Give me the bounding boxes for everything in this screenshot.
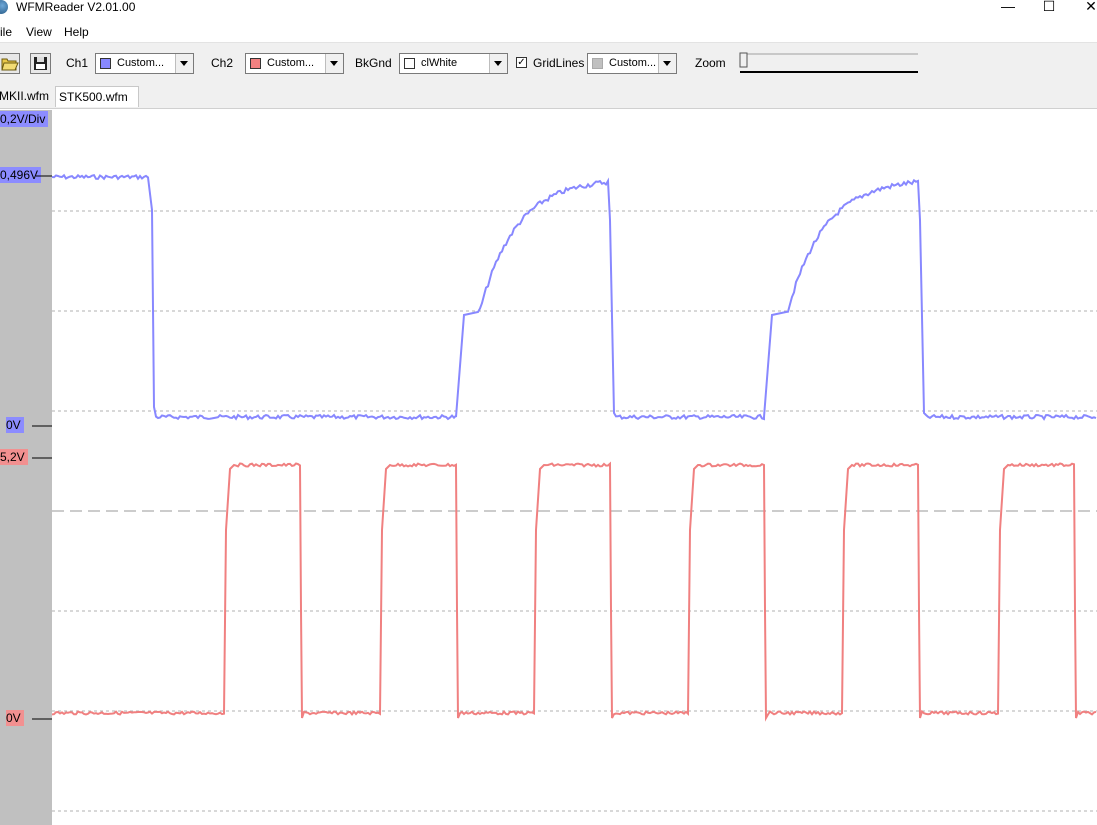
gridlines [52, 210, 1097, 812]
bkgnd-label: BkGnd [355, 56, 392, 70]
grid-color-swatch [592, 58, 603, 69]
menu-bar: ile View Help [0, 22, 1097, 42]
tab-stk500[interactable]: STK500.wfm [55, 86, 139, 107]
app-icon [0, 0, 8, 14]
grid-color-value: Custom... [609, 57, 657, 69]
bkgnd-color-swatch [404, 58, 415, 69]
ch2-color-select[interactable]: Custom... [245, 53, 344, 74]
ch2-label: Ch2 [211, 56, 234, 70]
gridlines-checkbox[interactable]: ✓ [516, 57, 527, 68]
ch2-color-value: Custom... [267, 57, 315, 69]
ch2-color-swatch [250, 58, 261, 69]
ch1-color-value: Custom... [117, 57, 165, 69]
scale-ticks [32, 175, 52, 720]
chevron-down-icon[interactable] [325, 54, 343, 73]
waveform-plot [52, 173, 1097, 812]
ch1-label: Ch1 [66, 56, 89, 70]
file-tabs: MKII.wfm STK500.wfm [0, 84, 1097, 109]
chevron-down-icon[interactable] [489, 54, 507, 73]
ch1-waveform [52, 173, 1097, 421]
open-file-button[interactable] [0, 53, 20, 74]
bkgnd-color-value: clWhite [421, 57, 458, 69]
minimize-button[interactable]: — [985, 0, 1031, 16]
gridlines-label: GridLines [533, 56, 585, 70]
save-disk-icon [34, 57, 47, 70]
menu-view[interactable]: View [26, 25, 52, 39]
menu-help[interactable]: Help [64, 25, 89, 39]
window-title: WFMReader V2.01.00 [16, 0, 136, 14]
tab-mkii[interactable]: MKII.wfm [0, 86, 54, 107]
toolbar: Ch1 Custom... Ch2 Custom... BkGnd clWhit… [0, 42, 1097, 86]
open-folder-icon [1, 58, 19, 71]
maximize-button[interactable]: ☐ [1026, 0, 1072, 16]
menu-file[interactable]: ile [0, 25, 12, 39]
zoom-slider-thumb[interactable] [739, 52, 748, 68]
chevron-down-icon[interactable] [175, 54, 193, 73]
ch1-color-swatch [100, 58, 111, 69]
bkgnd-color-select[interactable]: clWhite [399, 53, 508, 74]
zoom-label: Zoom [695, 56, 726, 70]
zoom-slider[interactable] [737, 51, 921, 75]
save-file-button[interactable] [30, 53, 51, 74]
chevron-down-icon[interactable] [658, 54, 676, 73]
title-bar: WFMReader V2.01.00 — ☐ ✕ [0, 0, 1097, 18]
ch1-color-select[interactable]: Custom... [95, 53, 194, 74]
ch2-waveform [52, 461, 1097, 722]
grid-color-select[interactable]: Custom... [587, 53, 677, 74]
close-button[interactable]: ✕ [1068, 0, 1097, 16]
